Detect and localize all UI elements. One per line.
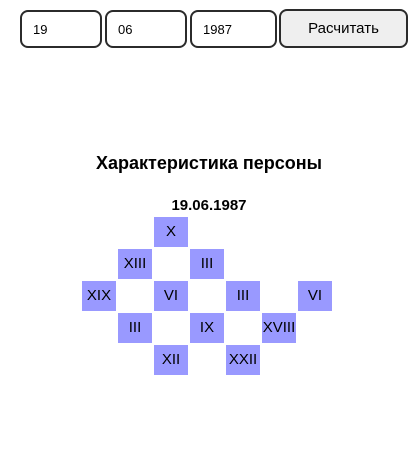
grid-cell-r2-c4: III [190, 249, 224, 279]
grid-cell-r4-c4: IX [190, 313, 224, 343]
grid-cell-r3-c1: XIX [82, 281, 116, 311]
grid-cell-r1-c3: X [154, 217, 188, 247]
grid-cell-r3-c3: VI [154, 281, 188, 311]
grid-cell-r3-c7: VI [298, 281, 332, 311]
grid-cell-r3-c5: III [226, 281, 260, 311]
result-grid: X XIII III XIX VI III VI III IX XVIII XI… [0, 0, 418, 476]
grid-cell-r4-c2: III [118, 313, 152, 343]
grid-cell-r5-c5: XXII [226, 345, 260, 375]
grid-cell-r4-c6: XVIII [262, 313, 296, 343]
grid-cell-r2-c2: XIII [118, 249, 152, 279]
grid-cell-r5-c3: XII [154, 345, 188, 375]
